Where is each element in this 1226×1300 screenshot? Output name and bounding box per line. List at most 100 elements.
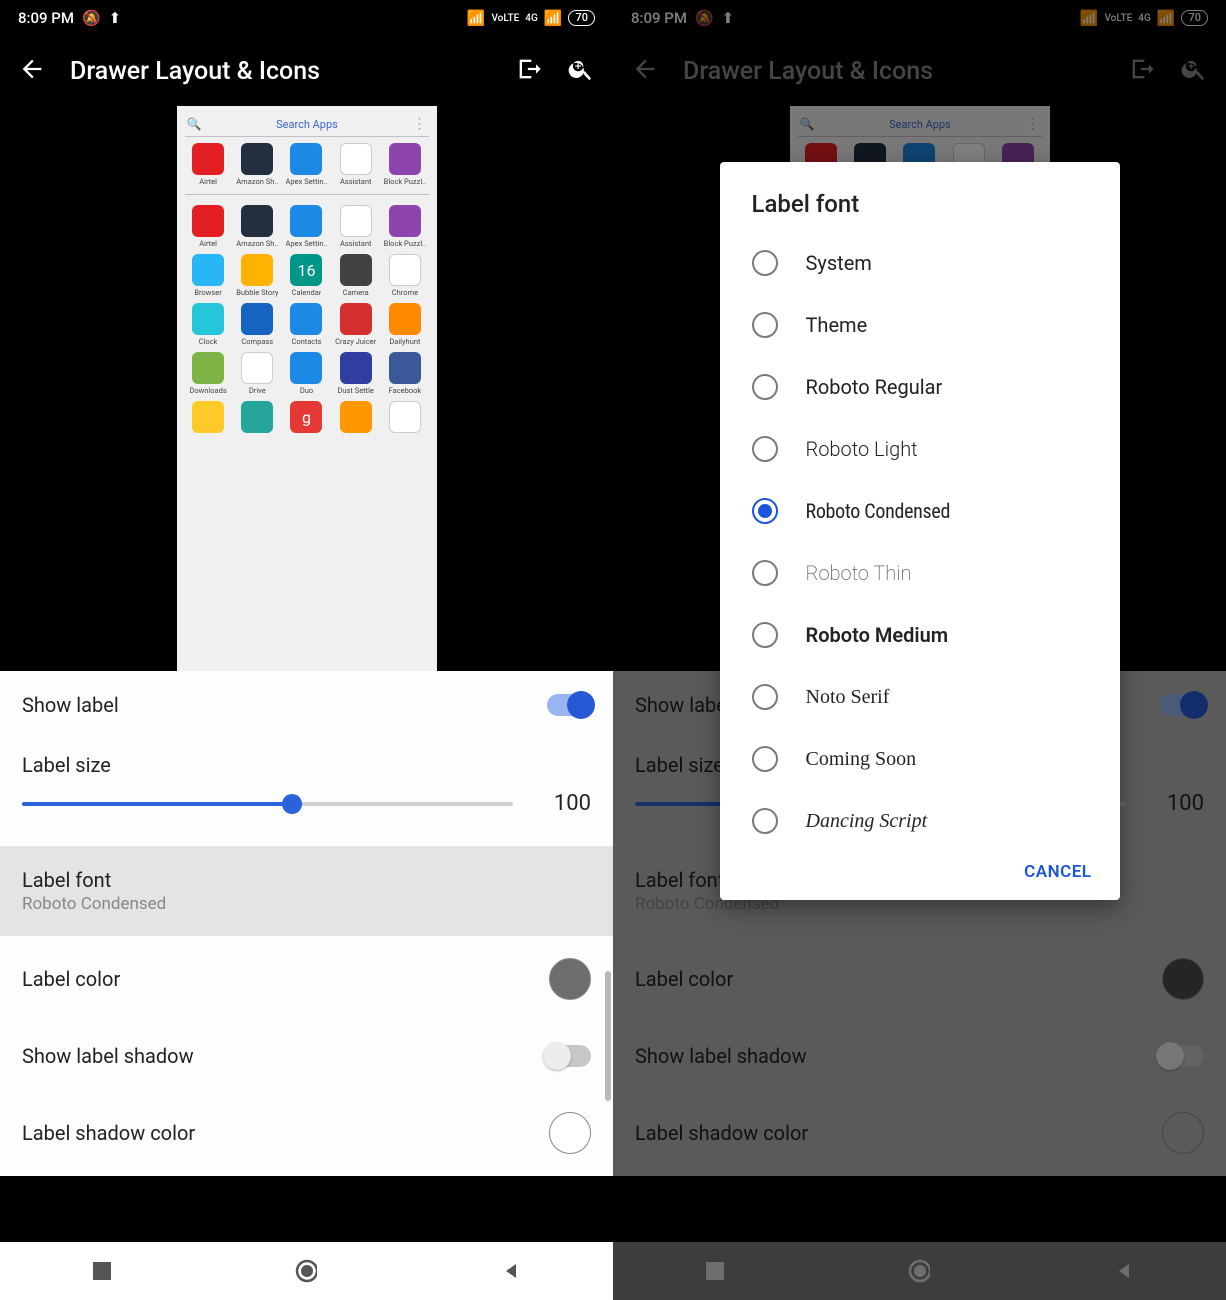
- app-cell: Bubble Story: [234, 254, 281, 297]
- app-icon: 16: [290, 254, 322, 286]
- setting-show-shadow[interactable]: Show label shadow: [0, 1022, 613, 1090]
- app-icon: [290, 303, 322, 335]
- dialog-title: Label font: [720, 190, 1120, 232]
- app-cell: Apex Settin..: [283, 205, 330, 248]
- app-label: Camera: [343, 288, 369, 297]
- app-label: Airtel: [199, 177, 217, 186]
- show-label-switch[interactable]: [547, 694, 591, 716]
- scrollbar-handle[interactable]: [605, 971, 611, 1101]
- radio-button[interactable]: [752, 746, 778, 772]
- nav-recents[interactable]: [91, 1260, 113, 1282]
- app-label: Block Puzzl..: [384, 239, 426, 248]
- radio-option[interactable]: Roboto Medium: [720, 604, 1120, 666]
- status-bar: 8:09 PM 🔕 ⬆ 📶 VoLTE 4G 📶 70: [0, 0, 613, 36]
- radio-button[interactable]: [752, 808, 778, 834]
- app-icon: [389, 254, 421, 286]
- radio-button[interactable]: [752, 374, 778, 400]
- cancel-button[interactable]: CANCEL: [1024, 862, 1091, 882]
- app-icon: [290, 352, 322, 384]
- app-icon: [241, 303, 273, 335]
- radio-option[interactable]: Roboto Condensed: [720, 480, 1120, 542]
- app-cell: Dailyhunt: [381, 303, 428, 346]
- app-label: Amazon Sh..: [236, 239, 278, 248]
- radio-option[interactable]: Noto Serif: [720, 666, 1120, 728]
- setting-shadow-color[interactable]: Label shadow color: [0, 1090, 613, 1176]
- app-icon: [340, 401, 372, 433]
- app-cell: Amazon Sh..: [234, 143, 281, 186]
- setting-label-color[interactable]: Label color: [0, 936, 613, 1022]
- app-label: Browser: [194, 288, 221, 297]
- app-cell: g: [283, 401, 330, 435]
- app-icon: [241, 254, 273, 286]
- app-cell: Contacts: [283, 303, 330, 346]
- app-label: Block Puzzl..: [384, 177, 426, 186]
- signal-icon: 4G: [525, 13, 538, 24]
- app-cell: Clock: [185, 303, 232, 346]
- app-label: Downloads: [189, 386, 226, 395]
- preview-search-text: Search Apps: [207, 118, 406, 131]
- nav-home[interactable]: [295, 1260, 317, 1282]
- app-label: Amazon Sh..: [236, 177, 278, 186]
- radio-button[interactable]: [752, 498, 778, 524]
- app-cell: 16Calendar: [283, 254, 330, 297]
- app-icon: [192, 352, 224, 384]
- app-icon: [241, 205, 273, 237]
- radio-button[interactable]: [752, 312, 778, 338]
- radio-button[interactable]: [752, 684, 778, 710]
- app-cell: Block Puzzl..: [381, 143, 428, 186]
- radio-label: Theme: [806, 313, 868, 337]
- back-icon[interactable]: [18, 55, 46, 87]
- app-label: Facebook: [389, 386, 422, 395]
- wifi-icon: 📶: [467, 9, 486, 27]
- radio-option[interactable]: Roboto Regular: [720, 356, 1120, 418]
- app-cell: Crazy Juicer: [332, 303, 379, 346]
- nav-back[interactable]: [500, 1260, 522, 1282]
- show-shadow-switch[interactable]: [547, 1045, 591, 1067]
- app-label: Airtel: [199, 239, 217, 248]
- radio-option[interactable]: Theme: [720, 294, 1120, 356]
- label-size-value: 100: [543, 791, 591, 816]
- phone-left: 8:09 PM 🔕 ⬆ 📶 VoLTE 4G 📶 70 Drawer Layou…: [0, 0, 613, 1300]
- radio-label: System: [806, 251, 872, 275]
- label-size-slider[interactable]: [22, 802, 513, 806]
- volte-icon: VoLTE: [491, 13, 519, 24]
- setting-show-label[interactable]: Show label: [0, 671, 613, 739]
- setting-label-size: Label size 100: [0, 739, 613, 846]
- setting-label-font[interactable]: Label font Roboto Condensed: [0, 846, 613, 936]
- page-title: Drawer Layout & Icons: [70, 57, 491, 86]
- app-label: Chrome: [392, 288, 418, 297]
- radio-option[interactable]: System: [720, 232, 1120, 294]
- zoom-in-icon[interactable]: [567, 55, 595, 87]
- search-icon: 🔍: [187, 117, 202, 131]
- label-color-swatch[interactable]: [549, 958, 591, 1000]
- app-bar: Drawer Layout & Icons: [0, 36, 613, 106]
- radio-button[interactable]: [752, 436, 778, 462]
- radio-label: Roboto Medium: [806, 623, 949, 647]
- app-cell: Downloads: [185, 352, 232, 395]
- shadow-color-swatch[interactable]: [549, 1112, 591, 1154]
- app-icon: [192, 205, 224, 237]
- radio-button[interactable]: [752, 622, 778, 648]
- radio-option[interactable]: Roboto Light: [720, 418, 1120, 480]
- app-label: Apex Settin..: [286, 177, 328, 186]
- radio-button[interactable]: [752, 250, 778, 276]
- app-label: Apex Settin..: [286, 239, 328, 248]
- share-icon[interactable]: [515, 55, 543, 87]
- app-icon: [340, 143, 372, 175]
- app-icon: [389, 303, 421, 335]
- app-icon: [192, 143, 224, 175]
- app-label: Contacts: [291, 337, 321, 346]
- app-cell: Drive: [234, 352, 281, 395]
- radio-option[interactable]: Coming Soon: [720, 728, 1120, 790]
- app-label: Assistant: [340, 239, 371, 248]
- radio-option[interactable]: Dancing Script: [720, 790, 1120, 852]
- app-label: Compass: [241, 337, 273, 346]
- app-cell: Browser: [185, 254, 232, 297]
- radio-button[interactable]: [752, 560, 778, 586]
- app-cell: Block Puzzl..: [381, 205, 428, 248]
- radio-option[interactable]: Roboto Thin: [720, 542, 1120, 604]
- phone-right: 8:09 PM 🔕 ⬆ 📶 VoLTE 4G 📶 70 Drawer Layou…: [613, 0, 1226, 1300]
- app-cell: Airtel: [185, 143, 232, 186]
- app-cell: Compass: [234, 303, 281, 346]
- mute-icon: 🔕: [82, 9, 101, 27]
